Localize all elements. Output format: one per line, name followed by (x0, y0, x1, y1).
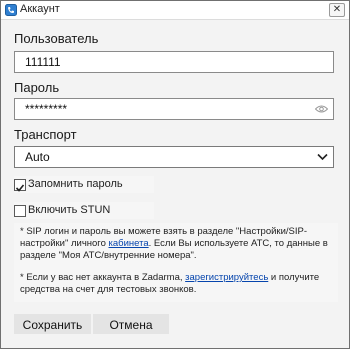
transport-label: Транспорт (14, 127, 77, 142)
register-link[interactable]: зарегистрируйтесь (185, 272, 268, 283)
remember-password-option[interactable]: Запомнить пароль (14, 176, 154, 193)
stun-label: Включить STUN (28, 204, 111, 216)
username-field[interactable]: 111111 (14, 51, 334, 73)
window-title: Аккаунт (20, 3, 60, 15)
remember-password-checkbox[interactable] (14, 179, 26, 192)
close-button[interactable]: ✕ (329, 3, 345, 17)
username-label: Пользователь (14, 31, 99, 46)
transport-value: Auto (25, 150, 50, 164)
password-field[interactable]: ********* (14, 98, 334, 120)
remember-password-label: Запомнить пароль (28, 178, 123, 190)
username-value: 111111 (25, 55, 61, 69)
phone-app-icon (5, 4, 17, 16)
account-window: Аккаунт ✕ Пользователь 111111 Пароль ***… (0, 0, 350, 349)
register-note-text: * Если у вас нет аккаунта в Zadarma, (20, 272, 186, 283)
register-note: * Если у вас нет аккаунта в Zadarma, зар… (20, 272, 336, 296)
eye-icon[interactable] (315, 104, 328, 114)
cancel-button[interactable]: Отмена (93, 314, 169, 334)
stun-checkbox[interactable] (14, 205, 26, 217)
chevron-down-icon (317, 153, 328, 161)
transport-select[interactable]: Auto (14, 146, 334, 168)
cabinet-link[interactable]: кабинета (109, 238, 149, 249)
info-notes: * SIP логин и пароль вы можете взять в р… (14, 223, 338, 302)
password-value: ********* (25, 102, 68, 116)
password-label: Пароль (14, 80, 60, 95)
stun-option[interactable]: Включить STUN (14, 202, 154, 219)
sip-note: * SIP логин и пароль вы можете взять в р… (20, 226, 336, 262)
check-icon (15, 184, 25, 192)
title-bar: Аккаунт ✕ (1, 1, 349, 20)
save-button[interactable]: Сохранить (14, 314, 91, 334)
